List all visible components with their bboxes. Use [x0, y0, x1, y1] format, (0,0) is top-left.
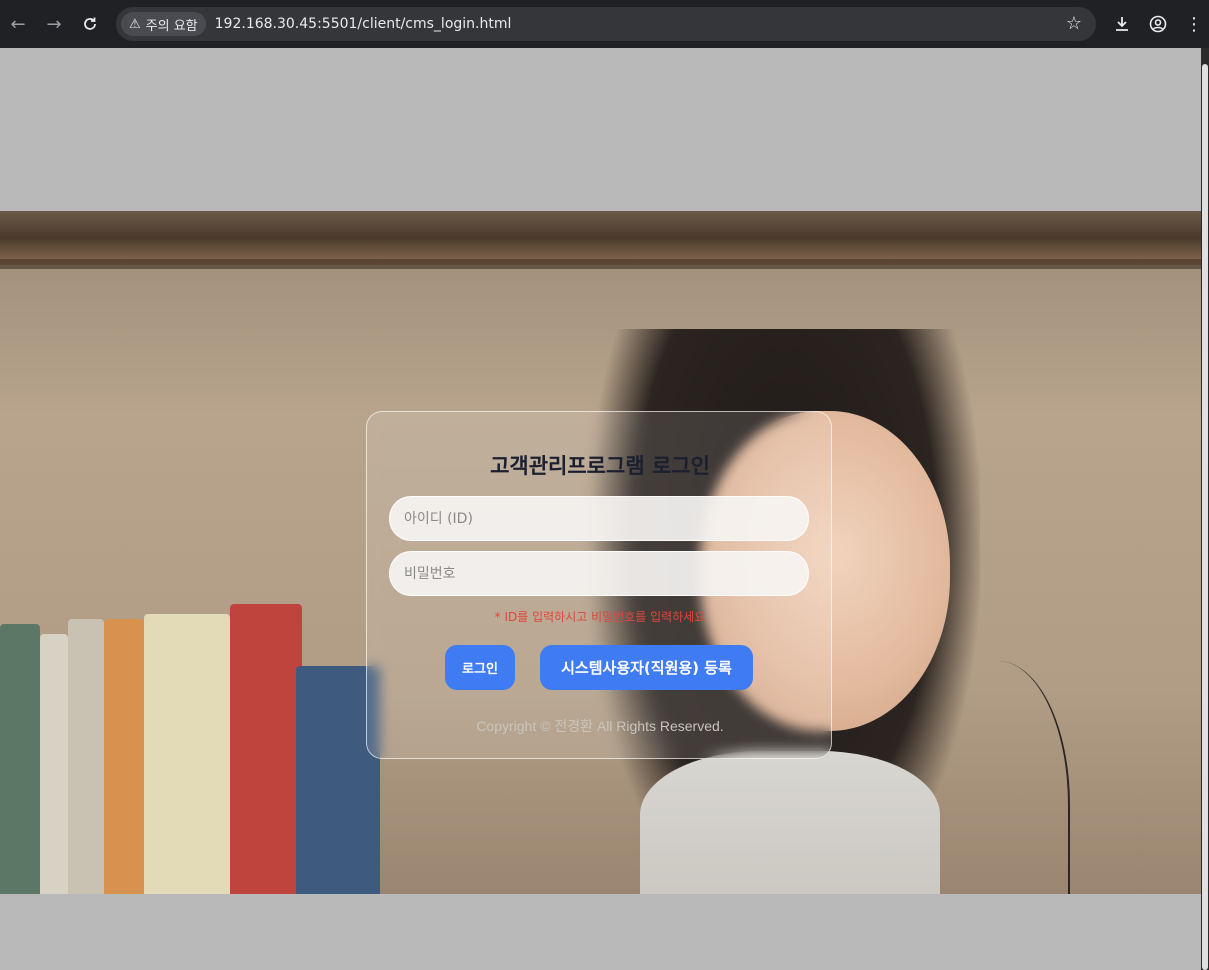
woman-collar-decoration	[640, 751, 940, 894]
download-icon[interactable]	[1110, 12, 1134, 36]
id-input[interactable]	[389, 496, 809, 541]
security-chip[interactable]: ⚠ 주의 요함	[121, 12, 206, 36]
page-background-top	[0, 48, 1201, 211]
reload-icon[interactable]	[78, 12, 102, 36]
page-background-bottom	[0, 894, 1201, 970]
login-title: 고객관리프로그램 로그인	[490, 454, 710, 478]
shelf-edge	[0, 259, 1201, 269]
book-decoration	[230, 604, 302, 894]
earphone-wire-decoration	[950, 661, 1070, 894]
star-icon[interactable]: ☆	[1066, 13, 1082, 34]
book-decoration	[104, 619, 144, 894]
url-text[interactable]: 192.168.30.45:5501/client/cms_login.html	[215, 16, 512, 32]
copyright-text: Copyright © 전경환 All Rights Reserved.	[476, 718, 724, 734]
error-message: * ID를 입력하시고 비밀번호를 입력하세요	[494, 610, 706, 624]
book-decoration	[68, 619, 104, 894]
shelf-decoration	[0, 211, 1201, 265]
register-staff-button[interactable]: 시스템사용자(직원용) 등록	[540, 645, 753, 690]
scrollbar-thumb[interactable]	[1202, 64, 1208, 970]
forward-arrow-icon[interactable]: →	[42, 12, 66, 36]
book-decoration	[0, 624, 40, 894]
login-button[interactable]: 로그인	[445, 645, 515, 690]
profile-icon[interactable]	[1146, 12, 1170, 36]
password-input[interactable]	[389, 551, 809, 596]
menu-icon[interactable]: ⋮	[1182, 12, 1206, 36]
back-arrow-icon[interactable]: ←	[6, 12, 30, 36]
address-bar[interactable]: ⚠ 주의 요함 192.168.30.45:5501/client/cms_lo…	[116, 7, 1096, 41]
login-card: 고객관리프로그램 로그인 * ID를 입력하시고 비밀번호를 입력하세요 로그인…	[366, 411, 832, 759]
book-decoration	[40, 634, 68, 894]
browser-toolbar: ← → ⚠ 주의 요함 192.168.30.45:5501/client/cm…	[0, 0, 1209, 48]
security-chip-label: 주의 요함	[145, 18, 198, 34]
book-decoration	[144, 614, 230, 894]
warning-icon: ⚠	[129, 16, 141, 32]
